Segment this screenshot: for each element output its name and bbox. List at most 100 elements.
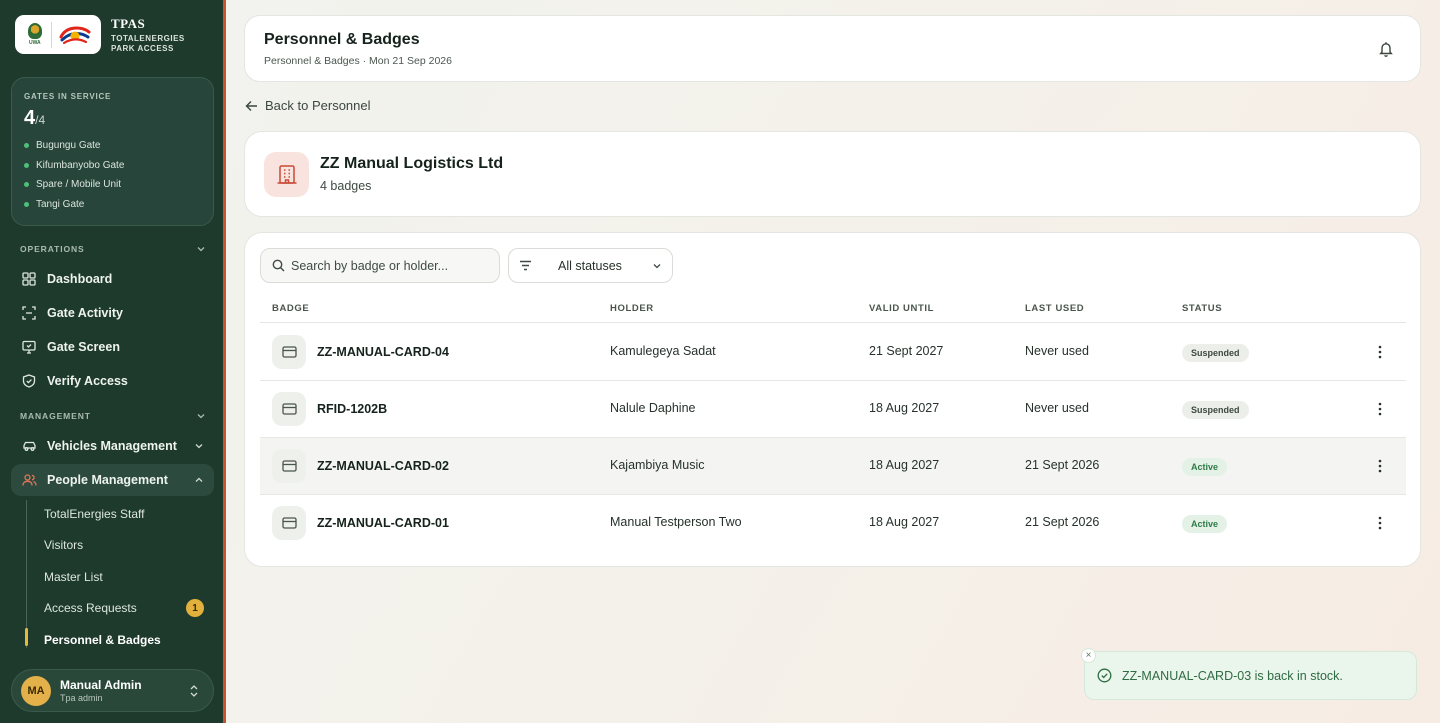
column-header-holder[interactable]: HOLDER bbox=[610, 303, 654, 314]
company-badge-count: 4 badges bbox=[320, 179, 372, 193]
gate-item: Tangi Gate bbox=[24, 195, 201, 215]
chevron-down-icon bbox=[653, 264, 661, 269]
table-row[interactable]: ZZ-MANUAL-CARD-02 Kajambiya Music 18 Aug… bbox=[260, 438, 1406, 495]
user-menu[interactable]: MA Manual Admin Tpa admin bbox=[11, 669, 214, 712]
brand[interactable]: UWA TPAS TOTALENERGIES PARK ACCESS bbox=[15, 15, 185, 54]
id-card-icon bbox=[272, 335, 306, 369]
company-card: ZZ Manual Logistics Ltd 4 badges bbox=[244, 131, 1421, 217]
nav-section-operations[interactable]: OPERATIONS bbox=[20, 244, 206, 254]
gate-list: Bugungu Gate Kifumbanyobo Gate Spare / M… bbox=[24, 136, 201, 214]
badge-id: ZZ-MANUAL-CARD-01 bbox=[317, 516, 449, 530]
gate-item: Kifumbanyobo Gate bbox=[24, 156, 201, 176]
uwa-logo: UWA bbox=[24, 21, 46, 49]
users-icon bbox=[21, 472, 37, 488]
nav-item-gate-activity[interactable]: Gate Activity bbox=[11, 297, 214, 329]
more-options-icon[interactable] bbox=[1372, 401, 1388, 417]
arrow-left-icon bbox=[245, 100, 257, 111]
brand-logo: UWA bbox=[15, 15, 101, 54]
page-title: Personnel & Badges bbox=[264, 31, 420, 48]
scan-icon bbox=[21, 305, 37, 321]
status-badge: Suspended bbox=[1182, 344, 1249, 362]
gates-count: 4/4 bbox=[24, 107, 46, 129]
status-badge: Active bbox=[1182, 458, 1228, 476]
search-input[interactable] bbox=[291, 258, 491, 273]
back-to-personnel-link[interactable]: Back to Personnel bbox=[245, 98, 371, 113]
chevron-down-icon bbox=[195, 444, 203, 449]
subnav-item-totalenergies-staff[interactable]: TotalEnergies Staff bbox=[44, 502, 209, 526]
subnav-item-visitors[interactable]: Visitors bbox=[44, 533, 209, 557]
chevron-up-down-icon bbox=[190, 685, 198, 697]
monitor-icon bbox=[21, 339, 37, 355]
subnav-item-access-requests[interactable]: Access Requests 1 bbox=[44, 596, 209, 620]
gate-item: Spare / Mobile Unit bbox=[24, 175, 201, 195]
column-header-status[interactable]: STATUS bbox=[1182, 303, 1222, 314]
nav-item-vehicles-management[interactable]: Vehicles Management bbox=[11, 430, 214, 462]
holder-name: Manual Testperson Two bbox=[610, 515, 742, 529]
access-requests-count-badge: 1 bbox=[186, 599, 204, 617]
page-header: Personnel & Badges Personnel & Badges · … bbox=[244, 15, 1421, 82]
sidebar: UWA TPAS TOTALENERGIES PARK ACCESS GATES… bbox=[0, 0, 226, 723]
valid-until: 18 Aug 2027 bbox=[869, 401, 940, 415]
nav-item-dashboard[interactable]: Dashboard bbox=[11, 263, 214, 295]
column-header-last-used[interactable]: LAST USED bbox=[1025, 303, 1084, 314]
toast-close-button[interactable]: × bbox=[1081, 648, 1096, 663]
user-role: Tpa admin bbox=[60, 693, 103, 703]
column-header-valid-until[interactable]: VALID UNTIL bbox=[869, 303, 934, 314]
subnav-active-indicator bbox=[25, 628, 28, 646]
last-used: 21 Sept 2026 bbox=[1025, 515, 1100, 529]
nav-section-management[interactable]: MANAGEMENT bbox=[20, 411, 206, 421]
more-options-icon[interactable] bbox=[1372, 344, 1388, 360]
holder-name: Kajambiya Music bbox=[610, 458, 705, 472]
chevron-down-icon bbox=[197, 414, 205, 419]
holder-name: Kamulegeya Sadat bbox=[610, 344, 716, 358]
nav-item-people-management[interactable]: People Management bbox=[11, 464, 214, 496]
last-used: 21 Sept 2026 bbox=[1025, 458, 1100, 472]
valid-until: 21 Sept 2027 bbox=[869, 344, 944, 358]
table-row[interactable]: ZZ-MANUAL-CARD-04 Kamulegeya Sadat 21 Se… bbox=[260, 324, 1406, 381]
status-dot-icon bbox=[24, 201, 29, 207]
check-circle-icon bbox=[1097, 668, 1112, 683]
valid-until: 18 Aug 2027 bbox=[869, 458, 940, 472]
chevron-down-icon bbox=[197, 247, 205, 252]
last-used: Never used bbox=[1025, 344, 1089, 358]
nav-item-verify-access[interactable]: Verify Access bbox=[11, 365, 214, 397]
more-options-icon[interactable] bbox=[1372, 515, 1388, 531]
search-icon bbox=[272, 259, 285, 272]
subnav-item-master-list[interactable]: Master List bbox=[44, 565, 209, 589]
totalenergies-logo bbox=[59, 26, 91, 44]
table-header: BADGE HOLDER VALID UNTIL LAST USED STATU… bbox=[260, 295, 1406, 323]
car-icon bbox=[21, 438, 37, 454]
column-header-badge[interactable]: BADGE bbox=[272, 303, 309, 314]
status-dot-icon bbox=[24, 182, 29, 188]
filter-icon bbox=[520, 260, 531, 271]
status-dot-icon bbox=[24, 162, 29, 168]
subnav-rail bbox=[26, 500, 27, 648]
status-filter-select[interactable]: All statuses bbox=[508, 248, 673, 283]
grid-icon bbox=[21, 271, 37, 287]
search-box[interactable] bbox=[260, 248, 500, 283]
id-card-icon bbox=[272, 392, 306, 426]
id-card-icon bbox=[272, 449, 306, 483]
gate-item: Bugungu Gate bbox=[24, 136, 201, 156]
valid-until: 18 Aug 2027 bbox=[869, 515, 940, 529]
avatar: MA bbox=[21, 675, 51, 706]
id-card-icon bbox=[272, 506, 306, 540]
success-toast: × ZZ-MANUAL-CARD-03 is back in stock. bbox=[1081, 648, 1417, 700]
gates-label: GATES IN SERVICE bbox=[24, 92, 112, 101]
badge-id: ZZ-MANUAL-CARD-02 bbox=[317, 459, 449, 473]
badge-id: ZZ-MANUAL-CARD-04 bbox=[317, 345, 449, 359]
subnav-item-personnel-badges[interactable]: Personnel & Badges bbox=[44, 628, 209, 652]
nav-item-gate-screen[interactable]: Gate Screen bbox=[11, 331, 214, 363]
badges-table-card: All statuses BADGE HOLDER VALID UNTIL LA… bbox=[244, 232, 1421, 567]
building-icon bbox=[264, 151, 309, 197]
brand-subtitle: TOTALENERGIES PARK ACCESS bbox=[111, 33, 185, 53]
more-options-icon[interactable] bbox=[1372, 458, 1388, 474]
user-name: Manual Admin bbox=[60, 678, 142, 692]
shield-check-icon bbox=[21, 373, 37, 389]
chevron-up-icon bbox=[195, 477, 203, 482]
bell-icon[interactable] bbox=[1378, 40, 1394, 58]
status-badge: Active bbox=[1182, 515, 1228, 533]
table-row[interactable]: RFID-1202B Nalule Daphine 18 Aug 2027 Ne… bbox=[260, 381, 1406, 438]
table-row[interactable]: ZZ-MANUAL-CARD-01 Manual Testperson Two … bbox=[260, 495, 1406, 552]
holder-name: Nalule Daphine bbox=[610, 401, 696, 415]
